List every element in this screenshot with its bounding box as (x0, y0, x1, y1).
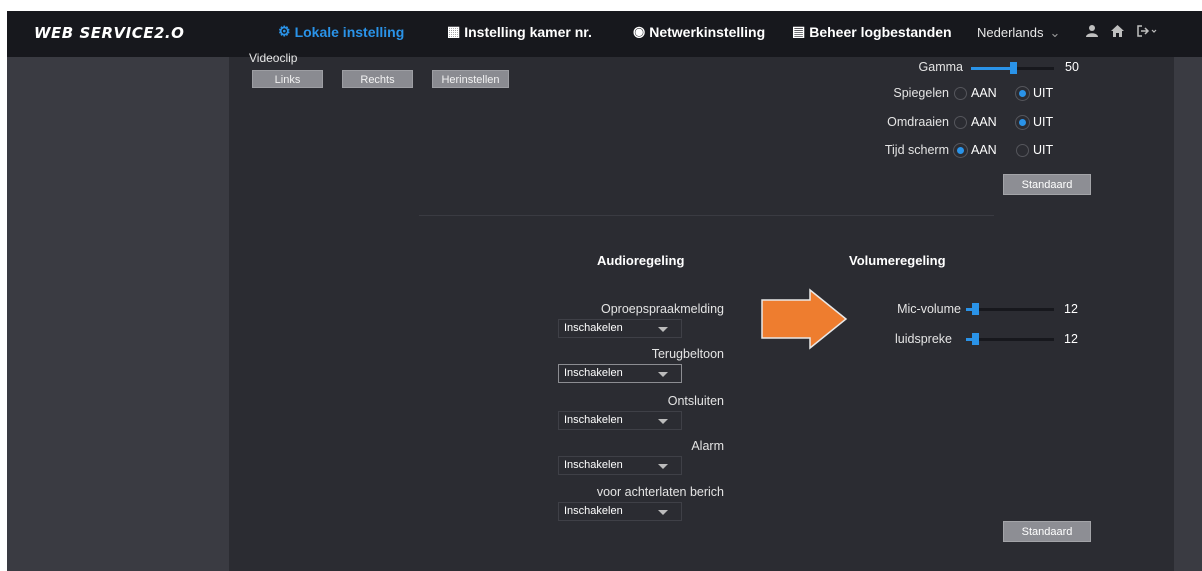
tab-local-settings[interactable]: ⚙ Lokale instelling (278, 23, 404, 40)
tab-label: Netwerkinstelling (649, 23, 766, 40)
tab-label: Beheer logbestanden (809, 23, 952, 40)
unlock-select[interactable]: Inschakelen (558, 411, 682, 430)
time-screen-off-label: UIT (1033, 143, 1054, 157)
mirror-on-label: AAN (971, 86, 997, 100)
settings-panel: Videoclip Links Rechts Herinstellen Gamm… (229, 51, 1174, 571)
gamma-value: 50 (1065, 60, 1079, 74)
dropdown-arrow-icon (658, 419, 668, 424)
mic-volume-label: Mic-volume (897, 302, 961, 316)
document-icon: ▤ (792, 23, 806, 39)
top-navigation-bar: WEB SERVICE2.O ⚙ Lokale instelling ▦ Ins… (7, 11, 1202, 57)
gamma-slider-fill (971, 67, 1012, 70)
dropdown-arrow-icon (658, 372, 668, 377)
mic-volume-slider-track[interactable] (966, 308, 1054, 311)
time-screen-label: Tijd scherm (884, 143, 949, 157)
ringback-tone-select[interactable]: Inschakelen (558, 364, 682, 383)
globe-icon: ◉ (633, 23, 646, 39)
time-screen-on-label: AAN (971, 143, 997, 157)
logo: WEB SERVICE2.O (34, 24, 185, 42)
tab-label: Instelling kamer nr. (464, 23, 592, 40)
mirror-on-radio[interactable] (954, 87, 967, 100)
video-default-button[interactable]: Standaard (1003, 174, 1091, 195)
section-divider (419, 215, 994, 216)
time-screen-off-radio[interactable] (1016, 144, 1029, 157)
select-value: Inschakelen (564, 505, 623, 517)
flip-label: Omdraaien (887, 115, 949, 129)
home-icon[interactable] (1110, 24, 1125, 42)
mirror-off-radio[interactable] (1016, 87, 1029, 100)
flip-on-radio[interactable] (954, 116, 967, 129)
mic-volume-value: 12 (1064, 302, 1078, 316)
alarm-select[interactable]: Inschakelen (558, 456, 682, 475)
leave-message-label: voor achterlaten berich (596, 485, 724, 499)
chevron-down-icon: ⌄ (1049, 25, 1061, 40)
building-icon: ▦ (447, 23, 461, 39)
logout-icon[interactable] (1136, 24, 1158, 42)
rechts-button[interactable]: Rechts (342, 70, 413, 88)
flip-off-radio[interactable] (1016, 116, 1029, 129)
speaker-volume-slider-track[interactable] (966, 338, 1054, 341)
alarm-label: Alarm (691, 439, 724, 453)
gamma-slider-handle[interactable] (1010, 62, 1017, 74)
dropdown-arrow-icon (658, 510, 668, 515)
tab-room-number-settings[interactable]: ▦ Instelling kamer nr. (447, 23, 592, 40)
select-value: Inschakelen (564, 414, 623, 426)
gear-icon: ⚙ (278, 23, 291, 39)
reset-button[interactable]: Herinstellen (432, 70, 509, 88)
left-margin (7, 57, 229, 571)
language-selector[interactable]: Nederlands ⌄ (977, 25, 1060, 41)
arrow-annotation-icon (761, 288, 848, 350)
user-icon[interactable] (1085, 24, 1099, 42)
tab-label: Lokale instelling (294, 23, 405, 40)
links-button[interactable]: Links (252, 70, 323, 88)
speaker-volume-value: 12 (1064, 332, 1078, 346)
call-announcement-select[interactable]: Inschakelen (558, 319, 682, 338)
tab-log-management[interactable]: ▤ Beheer logbestanden (792, 23, 952, 40)
select-value: Inschakelen (564, 367, 623, 379)
flip-off-label: UIT (1033, 115, 1054, 129)
ringback-tone-label: Terugbeltoon (651, 347, 724, 361)
app-window: WEB SERVICE2.O ⚙ Lokale instelling ▦ Ins… (7, 11, 1202, 571)
call-announcement-label: Oproepspraakmelding (601, 302, 724, 316)
unlock-label: Ontsluiten (667, 394, 724, 408)
language-label: Nederlands (977, 25, 1044, 40)
mirror-label: Spiegelen (893, 86, 949, 100)
volume-default-button[interactable]: Standaard (1003, 521, 1091, 542)
video-section-label: Videoclip (249, 51, 298, 65)
flip-on-label: AAN (971, 115, 997, 129)
mic-volume-slider-handle[interactable] (972, 303, 979, 315)
gamma-label: Gamma (918, 60, 963, 74)
time-screen-on-radio[interactable] (954, 144, 967, 157)
audio-section-title: Audioregeling (597, 253, 685, 268)
volume-section-title: Volumeregeling (849, 253, 946, 268)
mirror-off-label: UIT (1033, 86, 1054, 100)
tab-network-settings[interactable]: ◉ Netwerkinstelling (633, 23, 765, 40)
select-value: Inschakelen (564, 459, 623, 471)
dropdown-arrow-icon (658, 327, 668, 332)
leave-message-select[interactable]: Inschakelen (558, 502, 682, 521)
select-value: Inschakelen (564, 322, 623, 334)
dropdown-arrow-icon (658, 464, 668, 469)
speaker-volume-slider-handle[interactable] (972, 333, 979, 345)
speaker-volume-label: luidspreke (895, 332, 952, 346)
right-margin (1174, 57, 1202, 571)
